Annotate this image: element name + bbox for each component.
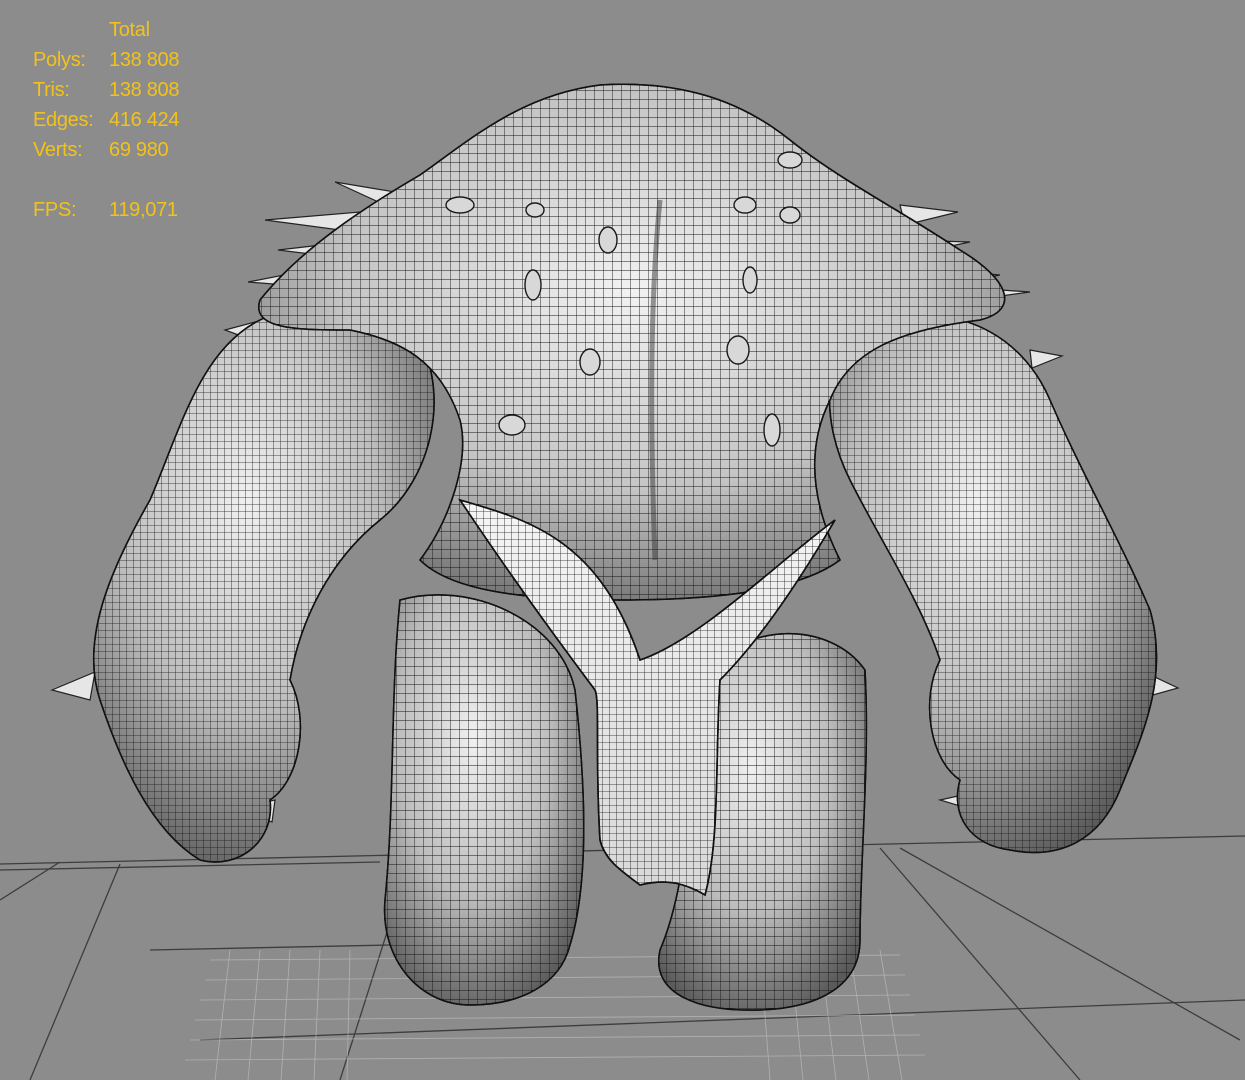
verts-value: 69 980	[109, 139, 169, 161]
polys-value: 138 808	[109, 49, 180, 71]
edges-value: 416 424	[109, 109, 180, 131]
viewport-statistics-overlay: Total Polys: 138 808 Tris: 138 808 Edges…	[0, 0, 240, 240]
verts-label: Verts:	[33, 139, 83, 161]
tris-label: Tris:	[33, 79, 70, 101]
polys-label: Polys:	[33, 49, 86, 71]
fps-label: FPS:	[33, 199, 77, 221]
perspective-viewport[interactable]: Total Polys: 138 808 Tris: 138 808 Edges…	[0, 0, 1245, 1080]
fps-value: 119,071	[109, 199, 178, 221]
stats-header: Total	[109, 19, 150, 41]
edges-label: Edges:	[33, 109, 94, 131]
tris-value: 138 808	[109, 79, 180, 101]
